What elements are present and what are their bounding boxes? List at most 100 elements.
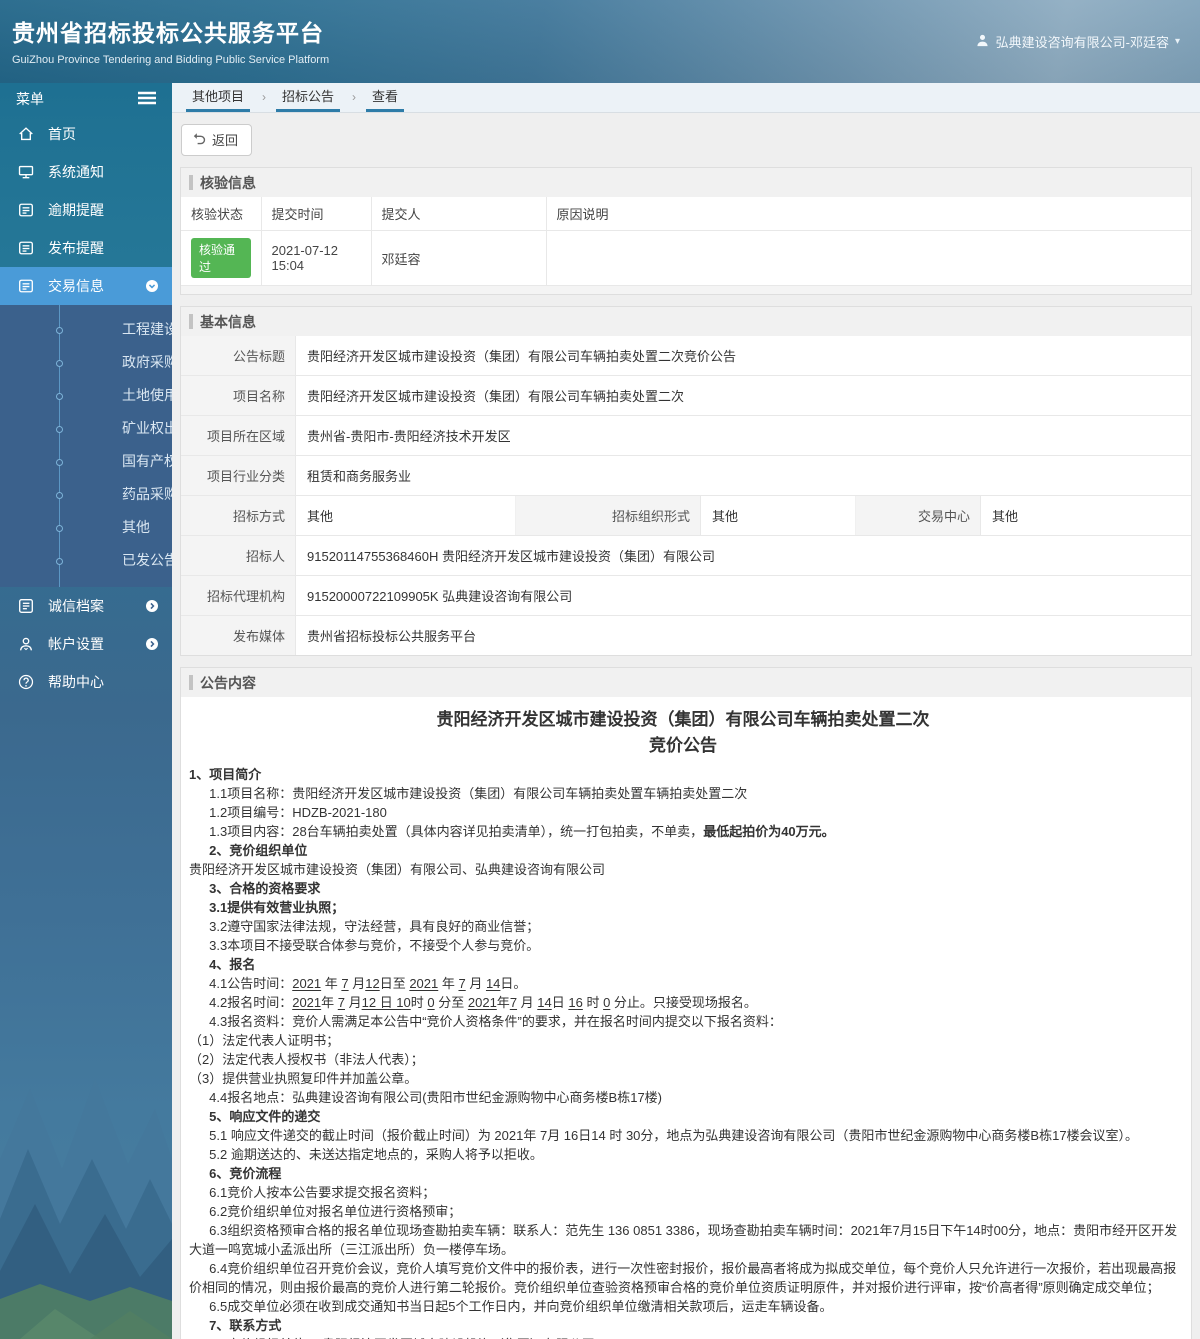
chevron-circle-right-icon xyxy=(144,636,160,652)
back-label: 返回 xyxy=(212,133,239,148)
verify-col-header: 提交时间 xyxy=(261,197,372,231)
sidebar-menu-lower: 诚信档案帐户设置帮助中心 xyxy=(0,587,172,701)
sidebar-item-label: 逾期提醒 xyxy=(48,202,104,218)
basic-info-value: 91520114755368460H 贵阳经济开发区城市建设投资（集团）有限公司 xyxy=(296,536,1191,575)
page: 贵州省招标投标公共服务平台 GuiZhou Province Tendering… xyxy=(0,0,1200,1339)
basic-info-value: 贵阳经济开发区城市建设投资（集团）有限公司车辆拍卖处置二次竞价公告 xyxy=(296,336,1191,375)
breadcrumb: 其他项目 › 招标公告 › 查看 xyxy=(172,83,1200,113)
document-paragraph: 6.3组织资格预审合格的报名单位现场查勘拍卖车辆：联系人：范先生 136 085… xyxy=(189,1223,1178,1257)
hamburger-icon[interactable] xyxy=(138,91,156,108)
document-paragraph: 贵阳经济开发区城市建设投资（集团）有限公司、弘典建设咨询有限公司 xyxy=(189,862,606,877)
trade-info-submenu: 工程建设政府采购土地使用权出让矿业权出让国有产权交易药品采购其他已发公告处理 xyxy=(0,305,172,587)
submenu-item-label: 政府采购 xyxy=(122,354,172,370)
document-paragraph: （1）法定代表人证明书； xyxy=(189,1033,340,1048)
breadcrumb-separator: › xyxy=(352,90,357,104)
sidebar-item-publish-reminder[interactable]: 发布提醒 xyxy=(0,229,172,267)
sidebar-item-trade-info[interactable]: 交易信息 xyxy=(0,267,172,305)
breadcrumb-item[interactable]: 招标公告 xyxy=(276,86,341,112)
document-paragraph: 1、项目简介 xyxy=(189,767,262,782)
monitor-icon xyxy=(17,163,35,181)
basic-info-title: 基本信息 xyxy=(181,307,1191,336)
verify-reason-cell xyxy=(546,230,1191,286)
breadcrumb-item[interactable]: 其他项目 xyxy=(186,86,251,112)
submenu-item-label: 药品采购 xyxy=(122,486,172,502)
toolbar: 返回 xyxy=(172,113,1200,167)
submenu-item-label: 已发公告处理 xyxy=(122,552,172,568)
basic-info-row: 公告标题 贵阳经济开发区城市建设投资（集团）有限公司车辆拍卖处置二次竞价公告 xyxy=(181,336,1191,376)
submenu-item[interactable]: 药品采购 xyxy=(0,478,172,511)
submenu-item[interactable]: 土地使用权出让 xyxy=(0,379,172,412)
submenu-item[interactable]: 其他 xyxy=(0,511,172,544)
user-menu[interactable]: 弘典建设咨询有限公司-邓廷容 ▾ xyxy=(975,32,1180,51)
document-paragraph: 7、联系方式 xyxy=(209,1318,282,1333)
sidebar-mountain-scenery xyxy=(0,1009,172,1339)
verify-col-header: 提交人 xyxy=(371,197,547,231)
submenu-item[interactable]: 政府采购 xyxy=(0,346,172,379)
document-paragraph: 6.2竞价组织单位对报名单位进行资格预审； xyxy=(209,1204,462,1219)
document-paragraph: 3.3本项目不接受联合体参与竞价，不接受个人参与竞价。 xyxy=(209,938,540,953)
back-button[interactable]: 返回 xyxy=(181,124,253,156)
document-paragraph: （2）法定代表人授权书（非法人代表）； xyxy=(189,1052,424,1067)
basic-info-label: 交易中心 xyxy=(856,496,981,535)
brand: 贵州省招标投标公共服务平台 GuiZhou Province Tendering… xyxy=(12,14,329,66)
basic-info-value: 其他 xyxy=(701,496,856,535)
sidebar-item-help-center[interactable]: 帮助中心 xyxy=(0,663,172,701)
sidebar-item-home[interactable]: 首页 xyxy=(0,115,172,153)
basic-info-value: 贵阳经济开发区城市建设投资（集团）有限公司车辆拍卖处置二次 xyxy=(296,376,1191,415)
chevron-circle-right-icon xyxy=(144,598,160,614)
document-paragraph: 1.3项目内容：28台车辆拍卖处置（具体内容详见拍卖清单），统一打包拍卖，不单卖… xyxy=(209,824,835,839)
basic-info-label: 发布媒体 xyxy=(181,616,296,655)
submenu-item-label: 土地使用权出让 xyxy=(122,387,172,403)
verify-person-cell: 邓廷容 xyxy=(371,230,547,286)
basic-info-label: 公告标题 xyxy=(181,336,296,375)
document-paragraph: 3、合格的资格要求 xyxy=(209,881,321,896)
document-title-line2: 竞价公告 xyxy=(649,736,717,755)
document-paragraph: 2、竞价组织单位 xyxy=(209,843,308,858)
menu-header: 菜单 xyxy=(0,83,172,115)
basic-info-row: 发布媒体 贵州省招标投标公共服务平台 xyxy=(181,616,1191,655)
sidebar-item-label: 系统通知 xyxy=(48,164,104,180)
submenu-item[interactable]: 已发公告处理 xyxy=(0,544,172,577)
breadcrumb-item[interactable]: 查看 xyxy=(366,86,405,112)
submenu-item[interactable]: 矿业权出让 xyxy=(0,412,172,445)
sidebar-item-account-settings[interactable]: 帐户设置 xyxy=(0,625,172,663)
user-name: 弘典建设咨询有限公司-邓廷容 xyxy=(995,35,1169,50)
sidebar-item-label: 帐户设置 xyxy=(48,636,104,652)
verify-table-footer xyxy=(181,286,1191,294)
verify-info-card: 核验信息 核验状态 提交时间 提交人 原因说明 核验通过 2021-07-12 15:0… xyxy=(180,167,1192,295)
verify-table-row: 核验通过 2021-07-12 15:04 邓廷容 xyxy=(181,230,1191,286)
document-paragraph: 4、报名 xyxy=(209,957,256,972)
basic-info-row: 招标人 91520114755368460H 贵阳经济开发区城市建设投资（集团）有… xyxy=(181,536,1191,576)
verify-col-header: 原因说明 xyxy=(546,197,1191,231)
basic-info-label: 招标人 xyxy=(181,536,296,575)
document-paragraph: 6、竞价流程 xyxy=(209,1166,282,1181)
verify-info-table: 核验状态 提交时间 提交人 原因说明 核验通过 2021-07-12 15:04 邓廷容 xyxy=(181,197,1191,286)
sidebar-item-label: 帮助中心 xyxy=(48,674,104,690)
document-paragraph: （3）提供营业执照复印件并加盖公章。 xyxy=(189,1071,418,1086)
basic-info-row: 项目行业分类 租赁和商务服务业 xyxy=(181,456,1191,496)
app-subtitle: GuiZhou Province Tendering and Bidding P… xyxy=(12,54,330,66)
basic-info-row: 招标代理机构 91520000722109905K 弘典建设咨询有限公司 xyxy=(181,576,1191,616)
sidebar-item-system-notice[interactable]: 系统通知 xyxy=(0,153,172,191)
announcement-card: 公告内容 贵阳经济开发区城市建设投资（集团）有限公司车辆拍卖处置二次 竞价公告 … xyxy=(180,667,1192,1339)
verify-status-cell: 核验通过 xyxy=(181,230,262,286)
caret-down-icon: ▾ xyxy=(1174,36,1180,47)
verify-time-cell: 2021-07-12 15:04 xyxy=(261,230,372,286)
sidebar-item-overdue-reminder[interactable]: 逾期提醒 xyxy=(0,191,172,229)
sidebar-item-label: 诚信档案 xyxy=(48,598,104,614)
chevron-circle-down-icon xyxy=(144,278,160,294)
document-paragraph: 1.2项目编号：HDZB-2021-180 xyxy=(209,805,387,820)
person-icon xyxy=(17,635,35,653)
basic-info-value: 其他 xyxy=(981,496,1191,535)
sidebar-item-label: 首页 xyxy=(48,126,76,142)
app-header: 贵州省招标投标公共服务平台 GuiZhou Province Tendering… xyxy=(0,0,1200,83)
basic-info-row: 项目名称 贵阳经济开发区城市建设投资（集团）有限公司车辆拍卖处置二次 xyxy=(181,376,1191,416)
sidebar-item-credit-archive[interactable]: 诚信档案 xyxy=(0,587,172,625)
basic-info-row: 招标方式 其他 招标组织形式 其他 交易中心 其他 xyxy=(181,496,1191,536)
user-icon xyxy=(975,33,990,51)
submenu-item[interactable]: 工程建设 xyxy=(0,313,172,346)
basic-info-label: 项目所在区域 xyxy=(181,416,296,455)
submenu-item[interactable]: 国有产权交易 xyxy=(0,445,172,478)
basic-info-row: 项目所在区域 贵州省-贵阳市-贵阳经济技术开发区 xyxy=(181,416,1191,456)
document-title-line1: 贵阳经济开发区城市建设投资（集团）有限公司车辆拍卖处置二次 xyxy=(436,710,930,729)
